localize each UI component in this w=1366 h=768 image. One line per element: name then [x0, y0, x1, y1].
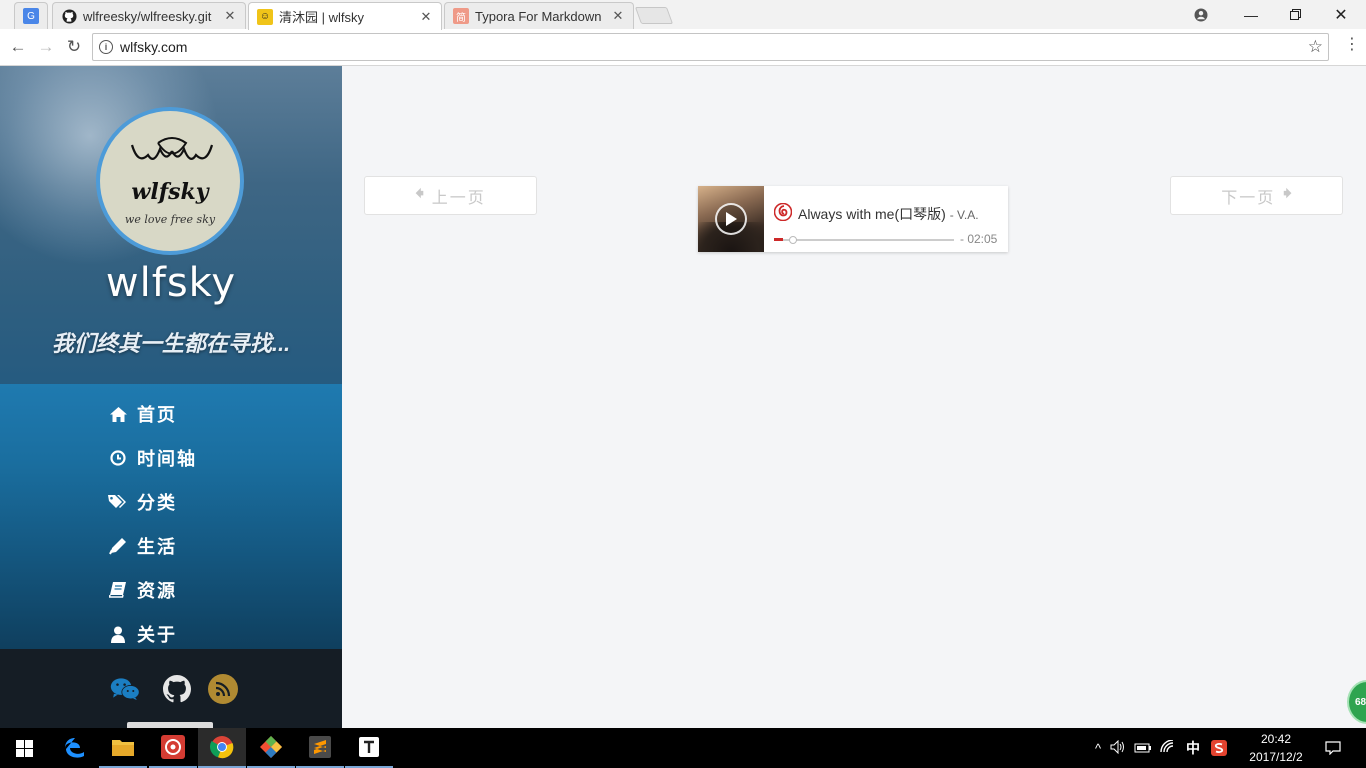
tab-title: Typora For Markdown [475, 8, 602, 24]
github-icon[interactable] [162, 674, 192, 704]
restore-button[interactable] [1272, 0, 1318, 29]
site-title[interactable]: wlfsky [0, 260, 342, 306]
chrome-menu-icon[interactable]: ⋮ [1344, 37, 1360, 53]
new-tab-button[interactable] [634, 7, 674, 24]
browser-toolbar: ← → ↻ i wlfsky.com ☆ ⋮ [0, 29, 1366, 66]
sublime-text-icon[interactable] [296, 728, 344, 768]
progress-played [774, 238, 783, 241]
clock-time: 20:42 [1260, 732, 1292, 746]
chevron-up-icon[interactable]: ^ [1090, 741, 1106, 756]
volume-icon[interactable] [1106, 739, 1130, 757]
git-icon[interactable] [247, 728, 295, 768]
forward-button[interactable]: → [33, 35, 59, 59]
tab-title: wlfreesky/wlfreesky.git [83, 8, 212, 24]
browser-tab-bar: G wlfreesky/wlfreesky.git ✕ ☺ 清沐园 | wlfs… [0, 0, 1366, 30]
menu-item-categories[interactable]: 分类 [108, 480, 197, 524]
close-icon[interactable]: ✕ [611, 8, 625, 24]
tags-icon [108, 493, 128, 511]
play-button[interactable] [715, 203, 747, 235]
tab-typora[interactable]: 简 Typora For Markdown ✕ [444, 2, 634, 29]
site-tagline: 我们终其一生都在寻找... [51, 331, 291, 356]
home-icon [108, 405, 128, 423]
bookmark-star-icon[interactable]: ☆ [1308, 37, 1323, 57]
rss-icon[interactable] [208, 674, 238, 704]
system-tray: ^ 中 [1090, 728, 1232, 768]
song-title: Always with me(口琴版) [798, 206, 946, 222]
menu-item-label: 关于 [137, 625, 177, 645]
menu-item-label: 生活 [137, 537, 177, 557]
menu-item-timeline[interactable]: 时间轴 [108, 436, 197, 480]
user-icon [108, 625, 128, 643]
song-time: - 02:05 [960, 232, 998, 246]
clock-icon [108, 449, 128, 467]
info-icon[interactable]: i [99, 40, 113, 54]
tab-github[interactable]: wlfreesky/wlfreesky.git ✕ [52, 2, 246, 29]
clock-date: 2017/12/2 [1249, 750, 1303, 764]
avatar-favicon: ☺ [257, 8, 273, 25]
menu-item-label: 时间轴 [137, 449, 197, 469]
progress-knob[interactable] [789, 236, 797, 244]
windows-taskbar: ^ 中 20:42 2017/12/2 [0, 728, 1366, 768]
github-icon [61, 8, 77, 24]
prev-page-label: 上一页 [431, 189, 486, 207]
music-player: Always with me(口琴版) - V.A. - 02:05 [698, 186, 1008, 252]
edge-icon[interactable] [51, 728, 99, 768]
close-icon[interactable]: ✕ [419, 9, 433, 25]
netease-music-icon[interactable] [149, 728, 197, 768]
back-button[interactable]: ← [5, 35, 31, 59]
netease-music-icon [774, 203, 792, 221]
pencil-icon [108, 537, 128, 555]
close-icon[interactable]: ✕ [223, 8, 237, 24]
progress-bar[interactable] [774, 236, 954, 244]
album-cover [698, 186, 764, 252]
notification-center-icon[interactable] [1318, 728, 1348, 768]
avatar[interactable]: wlfsky we love free sky [96, 107, 244, 255]
menu-item-label: 资源 [137, 581, 177, 601]
floating-badge[interactable]: 68 [1347, 680, 1366, 724]
profile-icon[interactable] [1178, 0, 1224, 29]
arrow-left-icon: 🠸 [415, 184, 424, 203]
social-links [110, 674, 254, 704]
menu-item-life[interactable]: 生活 [108, 524, 197, 568]
tab-wlfsky[interactable]: ☺ 清沐园 | wlfsky ✕ [248, 2, 442, 30]
minimize-button[interactable]: — [1228, 0, 1274, 29]
system-clock[interactable]: 20:42 2017/12/2 [1244, 730, 1308, 766]
google-translate-icon: G [23, 8, 39, 24]
menu-item-label: 首页 [137, 405, 177, 425]
page-content: wlfsky we love free sky wlfsky 我们终其一生都在寻… [0, 66, 1366, 728]
reload-button[interactable]: ↻ [61, 35, 87, 59]
next-page-button[interactable]: 下一页 🠺 [1170, 176, 1343, 215]
ime-indicator[interactable]: 中 [1180, 738, 1206, 758]
url-text[interactable]: wlfsky.com [120, 39, 1308, 55]
arrow-right-icon: 🠺 [1283, 184, 1292, 203]
avatar-logo-text: wlfsky [131, 179, 209, 205]
wifi-icon[interactable] [1156, 738, 1180, 757]
close-window-button[interactable]: ✕ [1318, 0, 1364, 29]
next-page-label: 下一页 [1221, 189, 1276, 207]
song-artist: - V.A. [949, 208, 979, 222]
tab-title: 清沐园 | wlfsky [279, 10, 364, 25]
avatar-slogan: we love free sky [124, 213, 216, 226]
wechat-icon[interactable] [110, 674, 140, 704]
typora-icon[interactable] [345, 728, 393, 768]
menu-item-about[interactable]: 关于 [108, 612, 197, 656]
windows-start-icon[interactable] [0, 728, 48, 768]
file-explorer-icon[interactable] [99, 728, 147, 768]
prev-page-button[interactable]: 🠸 上一页 [364, 176, 537, 215]
address-bar[interactable]: i wlfsky.com ☆ [92, 33, 1329, 61]
menu-item-home[interactable]: 首页 [108, 392, 197, 436]
tab-google-translate[interactable]: G [14, 2, 48, 29]
sidebar: wlfsky we love free sky wlfsky 我们终其一生都在寻… [0, 66, 342, 728]
book-icon [108, 581, 128, 599]
logo-wings-icon [130, 137, 214, 160]
sogou-input-icon[interactable] [1206, 740, 1232, 756]
menu-item-resources[interactable]: 资源 [108, 568, 197, 612]
menu-item-label: 分类 [137, 493, 177, 513]
main-menu: 首页 时间轴 分类 生活 资源 关于 [108, 392, 197, 656]
chrome-icon[interactable] [198, 728, 246, 768]
jianshu-icon: 简 [453, 8, 469, 24]
battery-icon[interactable] [1130, 741, 1156, 756]
song-info: Always with me(口琴版) - V.A. [798, 204, 979, 224]
